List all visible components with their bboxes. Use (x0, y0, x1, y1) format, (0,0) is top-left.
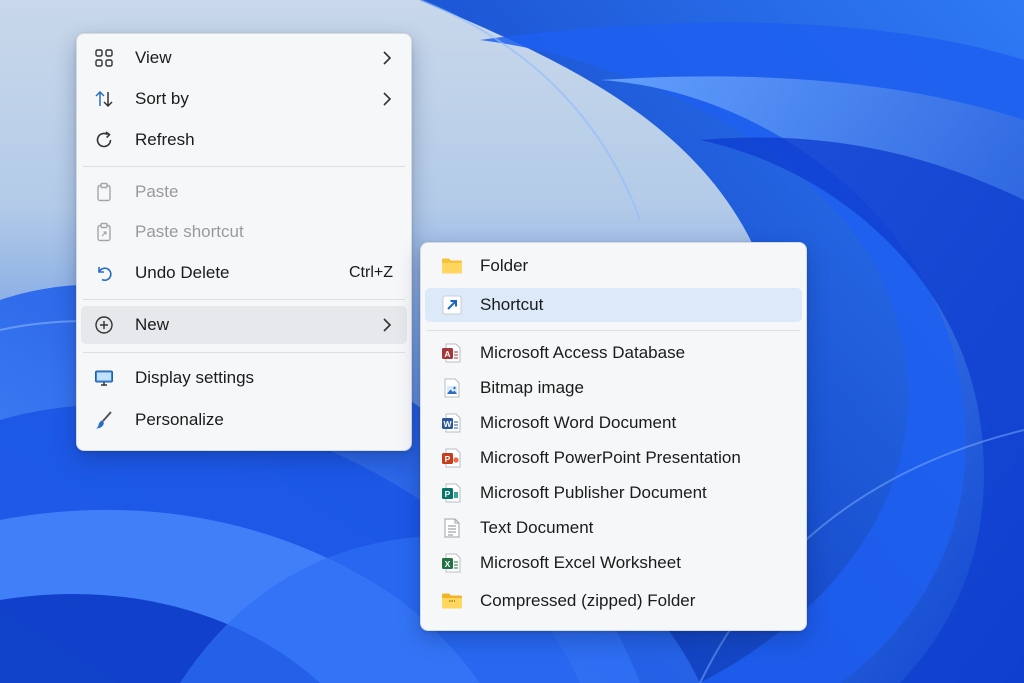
menu-separator (427, 330, 800, 331)
view-grid-icon (95, 49, 113, 67)
display-icon (95, 370, 113, 386)
menu-item-label: Sort by (135, 89, 189, 108)
submenu-item-label: Bitmap image (480, 378, 584, 397)
menu-item-undo-delete[interactable]: Undo Delete Ctrl+Z (81, 254, 407, 292)
new-item-access-database[interactable]: A Microsoft Access Database (425, 336, 802, 370)
menu-item-paste-shortcut[interactable]: Paste shortcut (81, 213, 407, 251)
svg-text:W: W (443, 419, 452, 429)
new-item-shortcut[interactable]: Shortcut (425, 288, 802, 322)
svg-text:P: P (445, 489, 451, 499)
folder-icon (442, 258, 462, 274)
text-document-icon (444, 518, 460, 538)
chevron-right-icon (383, 318, 392, 332)
submenu-item-label: Microsoft Publisher Document (480, 483, 707, 502)
menu-item-view[interactable]: View (81, 39, 407, 77)
sort-icon (95, 90, 113, 108)
paste-shortcut-icon (97, 222, 111, 242)
submenu-item-label: Microsoft Word Document (480, 413, 677, 432)
menu-item-label: New (135, 315, 170, 334)
chevron-right-icon (383, 51, 392, 65)
svg-text:A: A (444, 349, 450, 359)
menu-item-label: Paste (135, 182, 179, 201)
menu-item-new[interactable]: New (81, 306, 407, 344)
keyboard-shortcut-label: Ctrl+Z (349, 264, 393, 281)
undo-icon (98, 267, 112, 281)
new-item-compressed-folder[interactable]: Compressed (zipped) Folder (425, 584, 802, 618)
menu-item-refresh[interactable]: Refresh (81, 121, 407, 159)
shortcut-arrow-icon (442, 295, 462, 315)
chevron-right-icon (383, 92, 392, 106)
bitmap-icon (444, 378, 460, 398)
submenu-item-label: Microsoft PowerPoint Presentation (480, 448, 741, 467)
new-submenu: Folder Shortcut A Microsoft Access Datab… (420, 242, 807, 631)
zip-folder-icon (442, 593, 462, 609)
new-plus-icon (95, 316, 113, 334)
new-item-powerpoint-presentation[interactable]: P Microsoft PowerPoint Presentation (425, 441, 802, 475)
access-icon: A (442, 343, 461, 363)
new-item-excel-worksheet[interactable]: X Microsoft Excel Worksheet (425, 546, 802, 580)
menu-item-label: Display settings (135, 368, 255, 387)
menu-item-personalize[interactable]: Personalize (81, 401, 407, 439)
menu-separator (83, 166, 405, 167)
new-item-folder[interactable]: Folder (425, 249, 802, 283)
powerpoint-icon: P (442, 448, 461, 468)
menu-item-paste[interactable]: Paste (81, 173, 407, 211)
desktop-context-menu: View Sort by Refresh Paste Paste shortcu… (76, 33, 412, 451)
submenu-item-label: Shortcut (480, 295, 544, 314)
menu-item-sort-by[interactable]: Sort by (81, 80, 407, 118)
menu-separator (83, 299, 405, 300)
publisher-icon: P (442, 483, 461, 503)
svg-text:P: P (445, 454, 451, 464)
new-item-text-document[interactable]: Text Document (425, 511, 802, 545)
paste-icon (97, 182, 111, 202)
menu-separator (83, 352, 405, 353)
brush-icon (96, 411, 112, 429)
menu-item-display-settings[interactable]: Display settings (81, 359, 407, 397)
menu-item-label: View (135, 48, 172, 67)
word-icon: W (442, 413, 461, 433)
menu-item-label: Refresh (135, 130, 195, 149)
new-item-word-document[interactable]: W Microsoft Word Document (425, 406, 802, 440)
svg-text:X: X (445, 559, 451, 569)
new-item-bitmap-image[interactable]: Bitmap image (425, 371, 802, 405)
submenu-item-label: Microsoft Access Database (480, 343, 686, 362)
new-item-publisher-document[interactable]: P Microsoft Publisher Document (425, 476, 802, 510)
submenu-item-label: Microsoft Excel Worksheet (480, 553, 681, 572)
submenu-item-label: Text Document (480, 518, 594, 537)
menu-item-label: Paste shortcut (135, 222, 244, 241)
refresh-icon (96, 131, 112, 148)
submenu-item-label: Compressed (zipped) Folder (480, 591, 696, 610)
excel-icon: X (442, 553, 461, 573)
menu-item-label: Personalize (135, 410, 224, 429)
menu-item-label: Undo Delete (135, 263, 230, 282)
submenu-item-label: Folder (480, 256, 529, 275)
